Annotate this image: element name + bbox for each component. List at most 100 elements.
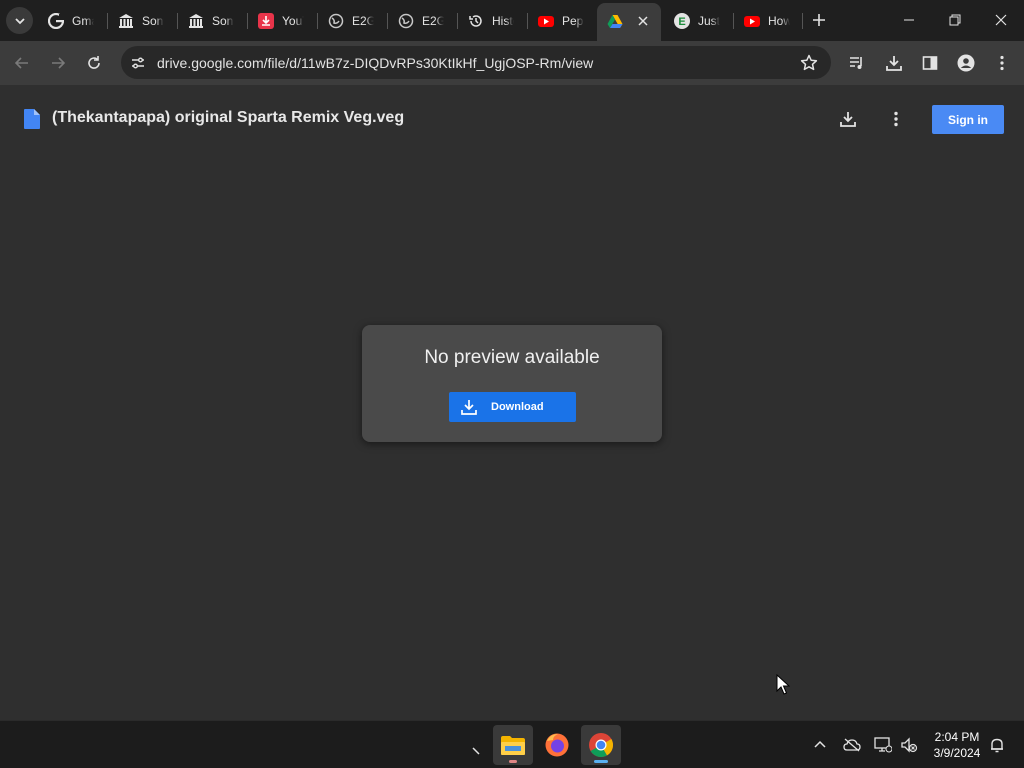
tab-title: E2G [352, 13, 374, 28]
notifications-button[interactable] [986, 734, 1008, 756]
close-tab-button[interactable] [635, 13, 651, 29]
tab-youtube-download[interactable]: YouTube [248, 5, 318, 36]
cloud-off-icon [843, 738, 861, 752]
no-preview-message: No preview available [424, 347, 600, 368]
museum-icon [188, 13, 204, 29]
minimize-button[interactable] [886, 0, 932, 40]
taskbar-file-explorer[interactable] [493, 725, 533, 765]
download-button[interactable]: Download [449, 392, 576, 422]
browser-toolbar: drive.google.com/file/d/11wB7z-DIQDvRPs3… [0, 41, 1024, 85]
minimize-icon [904, 19, 914, 21]
download-icon [459, 397, 479, 417]
more-vertical-icon [894, 111, 898, 127]
more-vertical-icon [1000, 55, 1004, 71]
youtube-icon [744, 13, 760, 29]
tab-e2g-2[interactable]: E2G [388, 5, 458, 36]
restore-icon [949, 14, 961, 26]
bell-icon [991, 738, 1003, 753]
svg-text:E: E [678, 16, 685, 28]
bookmark-star-button[interactable] [799, 53, 819, 73]
playlist-icon [850, 57, 862, 69]
history-icon [468, 13, 484, 29]
clock-time: 2:04 PM [934, 730, 980, 744]
onedrive-tray-button[interactable] [841, 734, 863, 756]
network-tray-button[interactable] [872, 734, 894, 756]
tab-title: Pep [562, 13, 584, 28]
media-control-button[interactable] [846, 52, 868, 74]
restore-button[interactable] [932, 0, 978, 40]
tab-title: Gmail [72, 13, 94, 28]
arrow-right-icon [52, 57, 66, 69]
mouse-pointer-icon [776, 674, 790, 695]
star-icon [800, 54, 818, 71]
tab-sony-1[interactable]: Sony [108, 5, 178, 36]
volume-tray-button[interactable] [898, 734, 920, 756]
browser-menu-button[interactable] [991, 52, 1013, 74]
downloads-button[interactable] [883, 52, 905, 74]
tab-search-button[interactable] [6, 7, 33, 34]
new-tab-button[interactable] [808, 9, 830, 31]
globe-icon [398, 13, 414, 29]
close-window-button[interactable] [978, 0, 1024, 40]
more-actions-button[interactable] [885, 108, 907, 130]
arrow-left-icon [14, 57, 28, 69]
chevron-up-icon [814, 740, 826, 748]
tab-sony-2[interactable]: Sony [178, 5, 248, 36]
chrome-icon [589, 733, 614, 758]
document-file-icon [24, 109, 40, 129]
address-bar[interactable]: drive.google.com/file/d/11wB7z-DIQDvRPs3… [121, 46, 831, 79]
google-icon [48, 12, 64, 29]
close-icon [995, 14, 1007, 26]
e-icon: E [674, 12, 690, 29]
reload-button[interactable] [82, 51, 106, 75]
tab-youtube-pep[interactable]: Pep [528, 5, 598, 36]
volume-muted-icon [901, 737, 918, 753]
tab-title: Just [698, 13, 720, 28]
sign-in-button[interactable]: Sign in [932, 105, 1004, 134]
tab-just[interactable]: E Just [664, 5, 734, 36]
side-panel-button[interactable] [919, 52, 941, 74]
globe-icon [328, 13, 344, 29]
show-hidden-icons-button[interactable] [809, 734, 831, 756]
system-clock[interactable]: 2:04 PM 3/9/2024 [922, 729, 992, 761]
back-button[interactable] [10, 51, 34, 75]
pen-indicator-icon [472, 747, 480, 755]
taskbar-chrome[interactable] [581, 725, 621, 765]
download-button-label: Download [491, 401, 544, 413]
google-drive-icon [607, 14, 623, 30]
tab-title: History [492, 13, 514, 28]
tab-strip: Gmail Sony Sony YouTube E2G E2G [0, 0, 1024, 41]
museum-icon [118, 13, 134, 29]
no-preview-card: No preview available Download [362, 325, 662, 442]
tab-title: E2G [422, 13, 444, 28]
running-indicator [509, 760, 517, 763]
tab-separator [802, 13, 803, 29]
tab-gmail[interactable]: Gmail [38, 5, 108, 36]
site-settings-icon[interactable] [129, 54, 147, 72]
tab-title: How [768, 13, 790, 28]
tab-title: Sony [212, 13, 234, 28]
taskbar-firefox[interactable] [537, 725, 577, 765]
folder-icon [501, 736, 525, 755]
chevron-down-icon [14, 17, 25, 24]
side-panel-icon [922, 56, 938, 70]
reload-icon [88, 56, 100, 69]
firefox-icon [545, 733, 569, 757]
header-download-button[interactable] [837, 108, 859, 130]
profile-button[interactable] [955, 52, 977, 74]
tab-title: Sony [142, 13, 164, 28]
tab-e2g-1[interactable]: E2G [318, 5, 388, 36]
download-icon [840, 112, 856, 127]
close-icon [638, 16, 648, 26]
tab-title: YouTube [282, 13, 304, 28]
download-icon [886, 56, 902, 71]
forward-button[interactable] [46, 51, 70, 75]
tab-history[interactable]: History [458, 5, 528, 36]
clock-date: 3/9/2024 [933, 746, 981, 760]
download-favicon [258, 12, 274, 29]
url-text[interactable]: drive.google.com/file/d/11wB7z-DIQDvRPs3… [157, 55, 593, 71]
tab-google-drive-active[interactable] [597, 3, 661, 41]
tab-youtube-how[interactable]: How [734, 5, 804, 36]
plus-icon [813, 14, 825, 26]
drive-preview-page: (Thekantapapa) original Sparta Remix Veg… [0, 85, 1024, 720]
